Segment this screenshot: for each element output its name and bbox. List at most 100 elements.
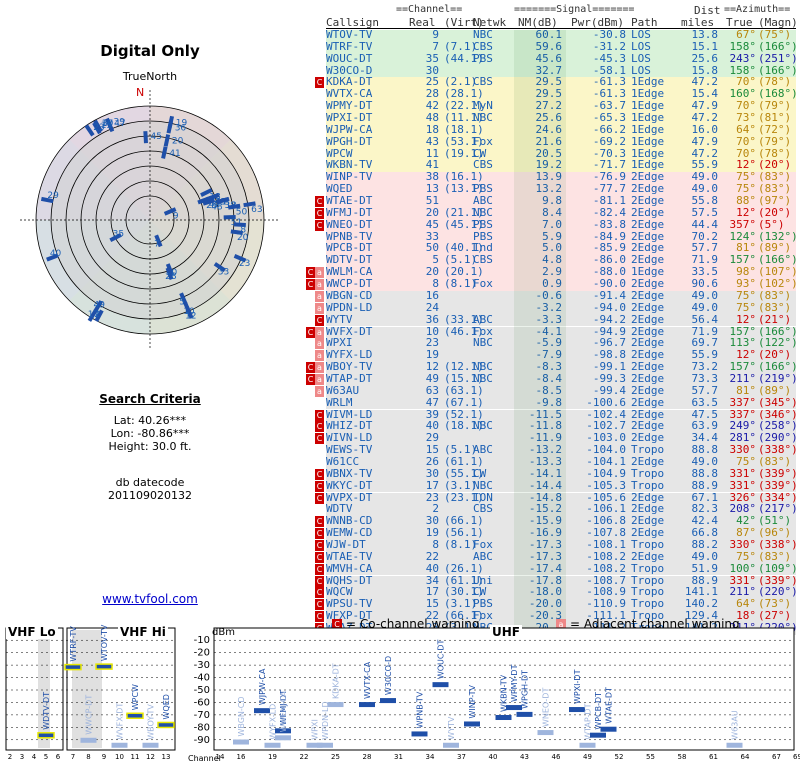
cell-path: 2Edge: [631, 300, 665, 314]
polar-station-label: 29: [47, 191, 59, 201]
cell-tru: 75°: [736, 300, 756, 314]
cell-net: NBC: [473, 478, 493, 492]
cell-mag: (83°): [758, 300, 792, 314]
x-tick-label: 67: [772, 753, 781, 761]
spectrum-bar-label: WQED: [162, 694, 171, 719]
spectrum-bar-label: WBGN-CD: [237, 696, 246, 736]
co-channel-warning-icon: C: [315, 563, 324, 575]
adjacent-warning-icon: a: [315, 326, 324, 338]
tvfool-link[interactable]: www.tvfool.com: [60, 592, 240, 606]
y-tick-label: -10: [194, 635, 210, 646]
spectrum-bar: [411, 731, 428, 737]
x-tick-label: 6: [56, 753, 61, 761]
db-datecode-label: db datecode: [115, 476, 185, 489]
cell-net: NBC: [473, 419, 493, 433]
cell-mi: 51.9: [691, 561, 719, 575]
cell-real: 36: [425, 312, 439, 326]
co-channel-warning-icon: C: [315, 196, 324, 208]
co-channel-warning-icon: C: [315, 468, 324, 480]
polar-station-label: 40: [50, 249, 62, 259]
spectrum-bar: [233, 739, 249, 745]
x-tick-label: 7: [71, 753, 75, 761]
spectrum-bar: [264, 742, 281, 748]
co-channel-warning-icon: C: [315, 599, 324, 611]
cell-pwr: -83.8: [592, 217, 626, 231]
x-tick-label: 11: [131, 753, 140, 761]
polar-station-mark: [143, 131, 148, 144]
cell-mag: (345°): [758, 395, 798, 409]
x-tick-label: 43: [520, 753, 529, 761]
cell-mag: (109°): [758, 561, 798, 575]
polar-station-label: 50: [236, 207, 248, 217]
co-channel-warning-icon: C: [306, 267, 315, 279]
cell-call: WPGH-DT: [326, 134, 373, 148]
cell-call: WRLM: [326, 395, 353, 409]
cell-real: 45: [425, 217, 439, 231]
spectrum-bar: [380, 698, 396, 704]
cell-call: WOUC-DT: [326, 51, 373, 65]
cell-real: 24: [425, 300, 439, 314]
cell-mag: (339°): [758, 478, 798, 492]
y-tick-label: -80: [194, 722, 210, 733]
cell-net: Fox: [473, 134, 493, 148]
spectrum-bar-label: W30CO-D: [384, 656, 393, 695]
y-tick-label: -30: [194, 660, 210, 671]
adjacent-warning-icon: a: [315, 373, 324, 385]
x-tick-label: 19: [268, 753, 277, 761]
cell-path: 2Edge: [631, 217, 665, 231]
lon-text: Lon: -80.86***: [110, 427, 190, 440]
spectrum-bar-label: WWLM-CA: [279, 691, 288, 733]
cell-real: 63: [425, 383, 439, 397]
co-channel-warning-icon: C: [315, 433, 324, 445]
cell-nm: -3.2: [535, 300, 563, 314]
spectrum-bar-label: WBOY-TV: [147, 704, 156, 740]
cell-net: NBC: [473, 336, 493, 350]
cell-tru: 12°: [736, 312, 756, 326]
cell-path: 2Edge: [631, 395, 665, 409]
polar-station-mark: [161, 146, 168, 159]
spectrum-bar-label: WPXI: [311, 719, 320, 740]
polar-station-label: 35: [113, 230, 124, 240]
y-tick-label: -20: [194, 648, 210, 659]
spectrum-bar-label: W63AU: [731, 710, 740, 740]
cell-tru: 81°: [736, 383, 756, 397]
cell-pwr: -94.2: [592, 312, 626, 326]
uhf-title: UHF: [490, 625, 522, 639]
polar-station-label: 23: [239, 259, 250, 269]
polar-station-label: 45: [151, 132, 162, 142]
spectrum-bar: [600, 726, 617, 732]
polar-station-label: 41: [169, 149, 180, 159]
channel-axis-label: Channel: [188, 754, 221, 763]
header-signal-group: =======Signal=======: [514, 4, 635, 15]
spectrum-bar-label: WWCP-DT: [85, 695, 94, 735]
spectrum-bar: [111, 742, 128, 748]
spectrum-bar: [537, 730, 554, 736]
co-channel-warning-icon: C: [315, 480, 324, 492]
cell-pwr: -94.0: [592, 300, 626, 314]
co-channel-warning-icon: C: [315, 539, 324, 551]
co-channel-warning-icon: C: [315, 77, 324, 89]
cell-path: Tropo: [631, 561, 665, 575]
dbm-axis-label: dBm: [212, 627, 235, 638]
x-tick-label: 3: [20, 753, 24, 761]
cell-mi: 49.0: [691, 300, 719, 314]
spectrum-bar-label: WPNB-TV: [416, 691, 425, 728]
polar-station-label: 20: [172, 137, 184, 147]
co-channel-warning-icon: C: [315, 575, 324, 587]
x-tick-label: 61: [709, 753, 718, 761]
cell-mag: (21°): [758, 312, 792, 326]
adjacent-warning-icon: a: [315, 350, 324, 362]
cell-call: WNEO-DT: [326, 217, 373, 231]
polar-station-label: 12: [185, 311, 196, 321]
adjacent-warning-icon: a: [315, 267, 324, 279]
search-criteria-heading: Search Criteria: [99, 392, 201, 406]
spectrum-bar-label: KDKA-DT: [332, 663, 341, 699]
x-tick-label: 69: [793, 753, 800, 761]
cell-tru: 331°: [729, 478, 757, 492]
x-tick-label: 10: [115, 753, 124, 761]
cell-nm: -8.5: [535, 383, 563, 397]
y-tick-label: -70: [194, 710, 210, 721]
y-tick-label: -40: [194, 673, 210, 684]
x-tick-label: 5: [44, 753, 48, 761]
x-tick-label: 46: [552, 753, 561, 761]
